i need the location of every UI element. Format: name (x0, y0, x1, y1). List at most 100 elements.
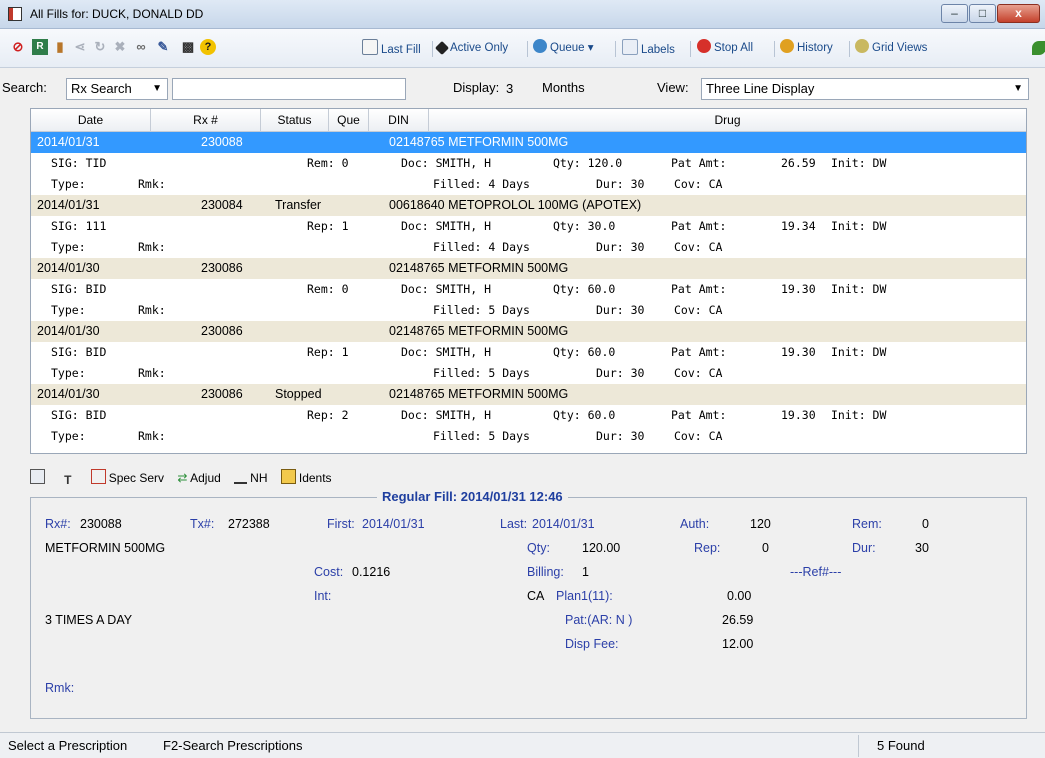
display-months-input[interactable]: 3 (501, 78, 537, 100)
cell-rx: 230084 (201, 198, 243, 212)
grid-views-button[interactable]: Grid Views (855, 39, 927, 57)
column-header-drug[interactable]: Drug (429, 109, 1026, 131)
table-row[interactable]: 2014/01/30 230086 Stopped 02148765 METFORMI… (31, 384, 1026, 447)
cell-cov: Cov: CA (674, 240, 723, 254)
toolbar-separator (774, 41, 775, 57)
table-row[interactable]: 2014/01/30 230086 02148765 METFORMIN 500MG… (31, 258, 1026, 321)
document-icon[interactable]: ▮ (52, 39, 68, 55)
cell-rem-rep: Rep: 1 (307, 219, 349, 233)
search-input[interactable] (172, 78, 406, 100)
rx-icon[interactable]: R (32, 39, 48, 55)
row-line-1: 2014/01/31 230084 Transfer 00618640 METOPRO… (31, 195, 1026, 216)
attach-icon[interactable]: ∞ (133, 39, 149, 55)
cell-status: Stopped (275, 387, 322, 401)
queue-button[interactable]: Queue ▾ (533, 39, 594, 57)
last-value: 2014/01/31 (532, 517, 595, 531)
cell-qty: Qty: 60.0 (553, 408, 616, 422)
row-line-1: 2014/01/30 230086 02148765 METFORMIN 500MG (31, 321, 1026, 342)
fill-detail-title: Regular Fill: 2014/01/31 12:46 (377, 489, 568, 504)
minimize-button[interactable]: – (941, 4, 968, 23)
cell-sig: SIG: BID (51, 345, 107, 359)
cell-din-drug: 00618640 METOPROLOL 100MG (APOTEX) (389, 198, 642, 212)
rx-label: Rx#: (45, 517, 71, 531)
row-line-1: 2014/01/30 230086 02148765 METFORMIN 500MG (31, 258, 1026, 279)
cell-rx: 230086 (201, 324, 243, 338)
search-type-value: Rx Search (71, 81, 132, 96)
row-line-3: Type: Rmk: Filled: 4 Days Dur: 30 Cov: CA (31, 237, 1026, 258)
edit-icon[interactable]: ✎ (155, 39, 171, 55)
active-only-button[interactable]: Active Only (434, 39, 508, 57)
stop-all-button[interactable]: Stop All (697, 39, 753, 57)
row-line-2: SIG: BID Rep: 2 Doc: SMITH, H Qty: 60.0 Pat … (31, 405, 1026, 426)
adjud-button[interactable]: ⇄ Adjud (177, 471, 220, 485)
last-fill-label: Last Fill (381, 44, 421, 56)
cell-rx: 230086 (201, 387, 243, 401)
fills-grid[interactable]: Date Rx # Status Que DIN Drug 2014/01/31… (30, 108, 1027, 454)
table-row[interactable]: 2014/01/31 230088 02148765 METFORMIN 500MG… (31, 132, 1026, 195)
column-header-que[interactable]: Que (329, 109, 369, 131)
tools-button[interactable]: T (61, 471, 77, 487)
leaf-icon (1032, 41, 1045, 55)
qty-label: Qty: (527, 541, 550, 555)
cell-doc: Doc: SMITH, H (401, 219, 492, 233)
column-header-din[interactable]: DIN (369, 109, 429, 131)
spec-serv-button[interactable]: Spec Serv (90, 469, 164, 485)
cell-type: Type: (51, 177, 86, 191)
cell-status: Transfer (275, 198, 322, 212)
cell-date: 2014/01/30 (37, 387, 100, 401)
history-button[interactable]: History (780, 39, 833, 57)
labels-label: Labels (641, 44, 675, 56)
cell-pat-amt: Pat Amt: (671, 282, 727, 296)
refresh-icon[interactable]: ↻ (92, 39, 108, 55)
adjud-label: Adjud (190, 471, 221, 485)
cell-cov: Cov: CA (674, 366, 723, 380)
table-row[interactable]: 2014/01/30 230086 02148765 METFORMIN 500MG… (31, 321, 1026, 384)
cell-amt: 26.59 (781, 156, 816, 170)
chevron-down-icon: ▼ (152, 83, 162, 94)
column-header-date[interactable]: Date (31, 109, 151, 131)
rem-value: 0 (922, 517, 929, 531)
cell-amt: 19.30 (781, 345, 816, 359)
last-fill-button[interactable]: Last Fill (362, 39, 421, 57)
table-row[interactable]: 2014/01/31 230084 Transfer 00618640 METOPRO… (31, 195, 1026, 258)
row-line-1: 2014/01/31 230088 02148765 METFORMIN 500MG (31, 132, 1026, 153)
cell-rmk: Rmk: (138, 240, 166, 254)
row-line-3: Type: Rmk: Filled: 5 Days Dur: 30 Cov: CA (31, 300, 1026, 321)
cell-type: Type: (51, 240, 86, 254)
toolbar-separator (432, 41, 433, 57)
main-toolbar: ⊘ R ▮ ⋖ ↻ ✖ ∞ ✎ ▩ ? Last Fill Active Onl… (0, 29, 1045, 68)
folder-icon (362, 39, 378, 55)
stop-icon[interactable]: ⊘ (10, 39, 26, 55)
cell-date: 2014/01/31 (37, 135, 100, 149)
cell-date: 2014/01/31 (37, 198, 100, 212)
save-icon (30, 469, 45, 484)
save-button[interactable] (30, 469, 48, 485)
close-button[interactable]: x (997, 4, 1040, 23)
row-line-3: Type: Rmk: Filled: 5 Days Dur: 30 Cov: CA (31, 363, 1026, 384)
search-type-dropdown[interactable]: Rx Search ▼ (66, 78, 168, 100)
cell-init: Init: DW (831, 156, 887, 170)
nh-button[interactable]: NH (234, 469, 268, 485)
cell-rx: 230086 (201, 261, 243, 275)
column-header-rx[interactable]: Rx # (151, 109, 261, 131)
cell-rem-rep: Rem: 0 (307, 156, 349, 170)
print-icon[interactable]: ▩ (180, 39, 196, 55)
row-line-2: SIG: TID Rem: 0 Doc: SMITH, H Qty: 120.0 Pat… (31, 153, 1026, 174)
app-icon (8, 7, 22, 21)
status-separator (858, 735, 859, 757)
labels-button[interactable]: Labels (622, 39, 675, 57)
view-dropdown[interactable]: Three Line Display ▼ (701, 78, 1029, 100)
cell-pat-amt: Pat Amt: (671, 345, 727, 359)
idents-button[interactable]: Idents (280, 469, 332, 485)
history-icon (780, 39, 794, 53)
delete-icon[interactable]: ✖ (112, 39, 128, 55)
maximize-button[interactable]: □ (969, 4, 996, 23)
labels-icon (622, 39, 638, 55)
cell-amt: 19.30 (781, 282, 816, 296)
filter-icon[interactable]: ⋖ (72, 39, 88, 55)
help-icon[interactable]: ? (200, 39, 216, 55)
row-line-3: Type: Rmk: Filled: 4 Days Dur: 30 Cov: CA (31, 174, 1026, 195)
column-header-status[interactable]: Status (261, 109, 329, 131)
dur-label: Dur: (852, 541, 876, 555)
row-line-3: Type: Rmk: Filled: 5 Days Dur: 30 Cov: CA (31, 426, 1026, 447)
